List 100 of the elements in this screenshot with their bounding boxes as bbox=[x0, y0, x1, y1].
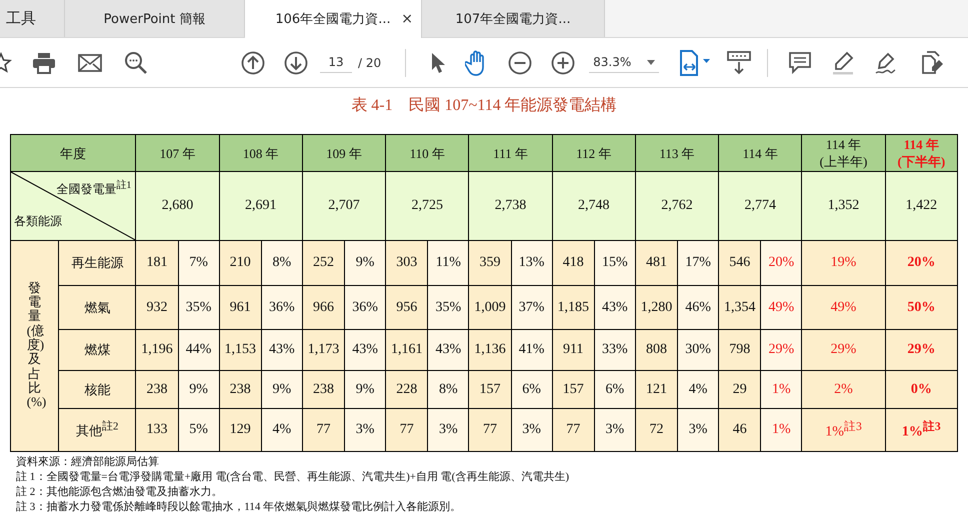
table-cell: 15% bbox=[594, 240, 636, 286]
zoom-dropdown[interactable]: 83.3% bbox=[589, 52, 660, 73]
table-cell: 1,173 bbox=[302, 330, 344, 370]
table-cell: 2,762 bbox=[635, 172, 719, 240]
row-header-cell: 燃煤 bbox=[58, 330, 136, 370]
table-header-cell: 110 年 bbox=[386, 134, 469, 172]
table-cell: 481 bbox=[635, 240, 678, 286]
table-cell: 3% bbox=[428, 408, 469, 452]
table-cell: 1,280 bbox=[635, 286, 678, 330]
table-cell: 418 bbox=[552, 240, 594, 286]
table-cell: 2,691 bbox=[219, 172, 302, 240]
table-cell: 3% bbox=[678, 408, 719, 452]
table-cell: 44% bbox=[178, 330, 220, 370]
tab[interactable]: 工具 bbox=[0, 0, 65, 37]
table-cell: 11% bbox=[428, 240, 469, 286]
table-cell: 3% bbox=[344, 408, 386, 452]
table-cell: 7% bbox=[178, 240, 220, 286]
tab[interactable]: 107年全國電力資... bbox=[422, 0, 605, 37]
table-cell: 20% bbox=[760, 240, 802, 286]
table-cell: 43% bbox=[261, 330, 302, 370]
page-number-field[interactable]: 13 bbox=[320, 52, 352, 73]
table-header-cell: 114 年 (下半年) bbox=[885, 134, 958, 172]
table-cell: 2,680 bbox=[136, 172, 220, 240]
comment-icon[interactable] bbox=[788, 50, 812, 74]
pointer-icon[interactable] bbox=[430, 52, 446, 74]
table-cell: 49% bbox=[760, 286, 802, 330]
close-icon[interactable]: × bbox=[401, 11, 413, 27]
table-cell: 1,196 bbox=[136, 330, 178, 370]
fill-form-icon[interactable] bbox=[919, 50, 946, 76]
table-cell: 35% bbox=[178, 286, 220, 330]
table-cell: 911 bbox=[552, 330, 594, 370]
row-header-cell: 其他$^{註2}$ bbox=[58, 408, 136, 452]
table-cell: 546 bbox=[718, 240, 761, 286]
table-cell: 157 bbox=[552, 370, 594, 408]
table-cell: 9% bbox=[344, 370, 386, 408]
table-cell: 6% bbox=[594, 370, 636, 408]
row-header-cell: 再生能源 bbox=[58, 240, 136, 286]
table-cell: 121 bbox=[635, 370, 678, 408]
zoom-out-icon[interactable] bbox=[508, 50, 532, 74]
table-cell: 133 bbox=[136, 408, 178, 452]
table-cell: 798 bbox=[718, 330, 761, 370]
table-title: 表 4-1 民國 107~114 年能源發電結構 bbox=[350, 96, 618, 116]
highlighter-icon[interactable] bbox=[831, 50, 856, 74]
mail-icon[interactable] bbox=[78, 54, 102, 72]
table-cell: 129 bbox=[219, 408, 262, 452]
print-icon[interactable] bbox=[32, 52, 56, 74]
table-cell: 33% bbox=[594, 330, 636, 370]
table-cell: 43% bbox=[344, 330, 386, 370]
table-cell: 1%$^{註3}$ bbox=[802, 408, 886, 452]
table-cell: 43% bbox=[428, 330, 469, 370]
table-cell: 228 bbox=[386, 370, 428, 408]
fit-page-icon[interactable] bbox=[679, 50, 712, 76]
table-cell: 2,774 bbox=[718, 172, 802, 240]
table-header-cell: 112 年 bbox=[552, 134, 636, 172]
table-cell: 1,136 bbox=[468, 330, 511, 370]
table-cell: 3% bbox=[511, 408, 552, 452]
zoom-in-icon[interactable] bbox=[551, 50, 576, 74]
table-cell: 1,354 bbox=[718, 286, 761, 330]
footnote: 註 1：全國發電量=台電淨發購電量+廠用 電(含台電、民營、再生能源、汽電共生)+自用 電(含再生能源、汽電共生) bbox=[16, 470, 570, 485]
table-cell: 1,161 bbox=[386, 330, 428, 370]
table-cell: 1% bbox=[760, 370, 802, 408]
table-cell: 1,185 bbox=[552, 286, 594, 330]
footnote: 註 2：其他能源包含燃油發電及抽蓄水力。 bbox=[16, 485, 224, 500]
read-mode-icon[interactable] bbox=[727, 50, 752, 74]
table-cell: 932 bbox=[136, 286, 178, 330]
footnote: 註 3：抽蓄水力發電係於離峰時段以餘電抽水，114 年依燃氣與燃煤發電比例計入各能源別。 bbox=[16, 500, 462, 515]
table-cell: 157 bbox=[468, 370, 511, 408]
table-cell: 2,707 bbox=[302, 172, 386, 240]
table-cell: 238 bbox=[136, 370, 178, 408]
table-cell: 17% bbox=[678, 240, 719, 286]
table-cell: 359 bbox=[468, 240, 511, 286]
table-cell: 238 bbox=[302, 370, 344, 408]
table-cell: 29 bbox=[718, 370, 761, 408]
table-cell: 1,153 bbox=[219, 330, 262, 370]
table-cell: 35% bbox=[428, 286, 469, 330]
table-cell: 1% bbox=[760, 408, 802, 452]
table-cell: 2,725 bbox=[386, 172, 469, 240]
table-cell: 181 bbox=[136, 240, 178, 286]
table-cell: 9% bbox=[344, 240, 386, 286]
tab[interactable]: PowerPoint 簡報 bbox=[65, 0, 245, 37]
table-cell: 36% bbox=[344, 286, 386, 330]
table-cell: 966 bbox=[302, 286, 344, 330]
table-cell: 4% bbox=[678, 370, 719, 408]
table-cell: 303 bbox=[386, 240, 428, 286]
table-cell: 2,748 bbox=[552, 172, 636, 240]
table-cell: 36% bbox=[261, 286, 302, 330]
table-header-cell: 107 年 bbox=[136, 134, 220, 172]
tab[interactable]: 106年全國電力資... × bbox=[245, 0, 422, 38]
table-cell: 19% bbox=[802, 240, 886, 286]
table-header-cell: 109 年 bbox=[302, 134, 386, 172]
table-cell: 1,422 bbox=[885, 172, 958, 240]
table-cell: 30% bbox=[678, 330, 719, 370]
search-icon[interactable] bbox=[124, 50, 148, 74]
table-header-cell: 114 年 (上半年) bbox=[802, 134, 886, 172]
table-cell: 50% bbox=[885, 286, 958, 330]
table-cell: 29% bbox=[885, 330, 958, 370]
table-cell: 238 bbox=[219, 370, 262, 408]
footnote: 資料來源：經濟部能源局估算 bbox=[16, 455, 160, 470]
table-header-cell: 年度 bbox=[10, 134, 136, 172]
table-cell: 43% bbox=[594, 286, 636, 330]
